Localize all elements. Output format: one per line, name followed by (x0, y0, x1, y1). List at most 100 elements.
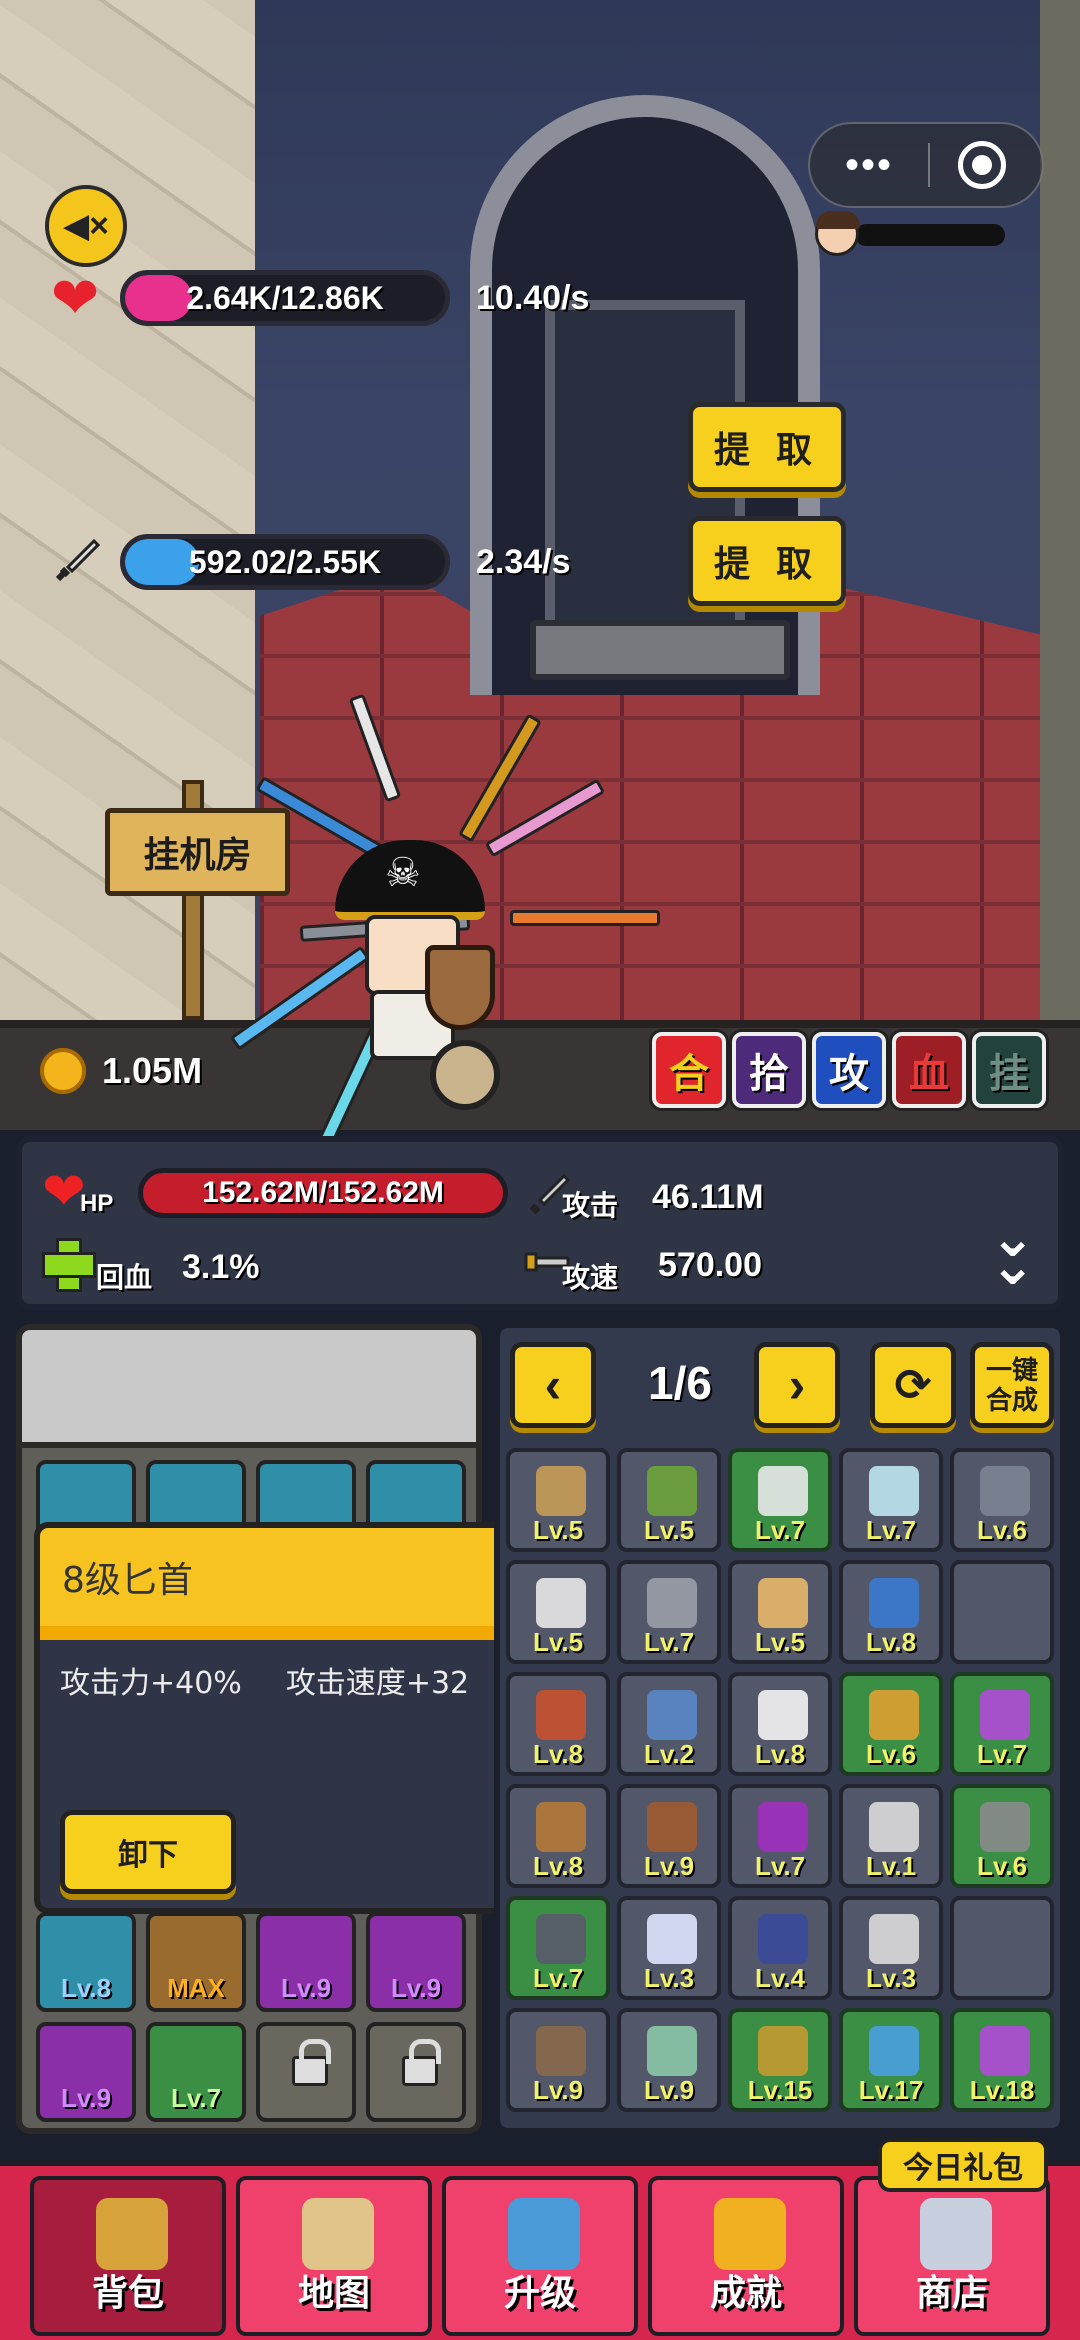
equipment-panel-header (22, 1330, 476, 1448)
inventory-item[interactable]: Lv.7 (728, 1448, 832, 1552)
inventory-item[interactable]: Lv.9 (617, 2008, 721, 2112)
tab-bag[interactable]: 背包 (30, 2176, 226, 2336)
inventory-item[interactable]: Lv.6 (950, 1784, 1054, 1888)
auto-pickup-button[interactable]: 拾 (732, 1032, 806, 1108)
inventory-item[interactable]: Lv.2 (617, 1672, 721, 1776)
avatar[interactable] (815, 211, 860, 256)
extract-hp-button[interactable]: 提 取 (688, 402, 846, 492)
inventory-item[interactable]: Lv.7 (839, 1448, 943, 1552)
coin-icon (40, 1048, 86, 1094)
inventory-item[interactable]: Lv.9 (617, 1784, 721, 1888)
item-level: Lv.18 (969, 2075, 1035, 2105)
equip-slot-weapon-5[interactable]: Lv.9 (36, 2022, 136, 2122)
item-icon (869, 1690, 919, 1740)
regen-label: 回血 (96, 1262, 153, 1293)
inventory-item[interactable]: Lv.8 (728, 1672, 832, 1776)
mute-button[interactable]: ◀× (45, 185, 127, 267)
inventory-item[interactable]: Lv.5 (506, 1448, 610, 1552)
inventory-item[interactable]: Lv.3 (617, 1896, 721, 2000)
popup-item-title: 8级匕首 (40, 1528, 532, 1640)
hp-label: HP (80, 1190, 114, 1217)
item-detail-popup: 8级匕首 攻击力+40% 攻击速度+32 卸下 (34, 1522, 538, 1914)
inventory-item[interactable]: Lv.1 (839, 1784, 943, 1888)
inventory-item[interactable]: Lv.5 (728, 1560, 832, 1664)
inventory-item[interactable]: Lv.17 (839, 2008, 943, 2112)
item-icon (869, 1914, 919, 1964)
bag-icon (96, 2198, 168, 2270)
item-icon (536, 2026, 586, 2076)
item-level: Lv.6 (976, 1515, 1028, 1545)
daily-gift-tag[interactable]: 今日礼包 (878, 2138, 1048, 2192)
mini-program-capsule: ••• (808, 122, 1044, 208)
more-icon[interactable]: ••• (810, 145, 928, 185)
inventory-item[interactable]: Lv.18 (950, 2008, 1054, 2112)
item-icon (758, 1466, 808, 1516)
quick-action-buttons: 合 拾 攻 血 挂 (652, 1032, 1046, 1108)
inventory-item[interactable]: Lv.3 (839, 1896, 943, 2000)
item-icon (869, 1578, 919, 1628)
prev-page-button[interactable]: ‹ (510, 1342, 596, 1428)
inventory-item[interactable]: Lv.8 (506, 1672, 610, 1776)
locked-slot-2[interactable] (366, 2022, 466, 2122)
item-icon (758, 1914, 808, 1964)
heart-icon: ❤ (50, 266, 100, 331)
inventory-item[interactable]: Lv.8 (506, 1784, 610, 1888)
item-level: Lv.7 (976, 1739, 1028, 1769)
item-level: Lv.5 (532, 1515, 584, 1545)
close-program-icon[interactable] (958, 141, 1006, 189)
auto-idle-button[interactable]: 挂 (972, 1032, 1046, 1108)
equip-slot-weapon-1[interactable]: Lv.8 (36, 1912, 136, 2012)
item-icon (647, 1690, 697, 1740)
tab-upgrade[interactable]: 升级 (442, 2176, 638, 2336)
expand-chevron-icon[interactable]: ⌄ ⌄ (990, 1211, 1035, 1293)
unequip-button[interactable]: 卸下 (60, 1810, 236, 1894)
merge-all-button[interactable]: 一键合成 (970, 1342, 1054, 1428)
tab-map[interactable]: 地图 (236, 2176, 432, 2336)
inventory-panel: ‹ 1/6 › ⟳ 一键合成 Lv.5 Lv.5 Lv.7 Lv.7 Lv.6 Lv.5 L… (494, 1322, 1066, 2134)
chevron-right-icon: › (788, 1357, 806, 1413)
inventory-item[interactable]: Lv.15 (728, 2008, 832, 2112)
inventory-item[interactable]: Lv.9 (506, 2008, 610, 2112)
tab-achievements[interactable]: 成就 (648, 2176, 844, 2336)
inventory-item[interactable]: Lv.5 (506, 1560, 610, 1664)
tab-upgrade-label: 升级 (503, 2272, 576, 2313)
skull-icon: ☠ (385, 851, 421, 895)
extract-atk-button[interactable]: 提 取 (688, 516, 846, 606)
hero-character: ☠ (229, 693, 660, 1153)
inventory-empty-slot[interactable] (950, 1560, 1054, 1664)
inventory-item[interactable]: Lv.5 (617, 1448, 721, 1552)
equip-slot-weapon-6[interactable]: Lv.7 (146, 2022, 246, 2122)
equip-slot-weapon-2[interactable]: MAX (146, 1912, 246, 2012)
equip-slot-weapon-4[interactable]: Lv.9 (366, 1912, 466, 2012)
inventory-grid: Lv.5 Lv.5 Lv.7 Lv.7 Lv.6 Lv.5 Lv.7 Lv.5 Lv.8 Lv.8… (506, 1448, 1058, 2112)
inventory-item[interactable]: Lv.6 (950, 1448, 1054, 1552)
tab-shop[interactable]: 商店 (854, 2176, 1050, 2336)
inventory-item[interactable]: Lv.8 (839, 1560, 943, 1664)
item-icon (980, 1802, 1030, 1852)
inventory-item[interactable]: Lv.7 (728, 1784, 832, 1888)
inventory-empty-slot[interactable] (950, 1896, 1054, 2000)
refresh-button[interactable]: ⟳ (870, 1342, 956, 1428)
next-page-button[interactable]: › (754, 1342, 840, 1428)
locked-slot-1[interactable] (256, 2022, 356, 2122)
auto-merge-button[interactable]: 合 (652, 1032, 726, 1108)
refresh-icon: ⟳ (894, 1360, 932, 1410)
speaker-muted-icon: ◀× (62, 207, 109, 245)
equip-slot-weapon-3[interactable]: Lv.9 (256, 1912, 356, 2012)
inventory-item[interactable]: Lv.7 (950, 1672, 1054, 1776)
weapon-dagger (348, 693, 402, 803)
capsule-divider (928, 143, 930, 187)
inventory-item[interactable]: Lv.7 (617, 1560, 721, 1664)
inventory-item[interactable]: Lv.4 (728, 1896, 832, 2000)
inventory-item[interactable]: Lv.7 (506, 1896, 610, 2000)
avatar-progress-track (855, 224, 1005, 246)
auto-heal-button[interactable]: 血 (892, 1032, 966, 1108)
item-icon (758, 2026, 808, 2076)
item-icon (647, 1914, 697, 1964)
inventory-item[interactable]: Lv.6 (839, 1672, 943, 1776)
item-icon (980, 2026, 1030, 2076)
item-icon (869, 1802, 919, 1852)
item-level: Lv.6 (976, 1851, 1028, 1881)
item-icon (536, 1690, 586, 1740)
auto-attack-button[interactable]: 攻 (812, 1032, 886, 1108)
